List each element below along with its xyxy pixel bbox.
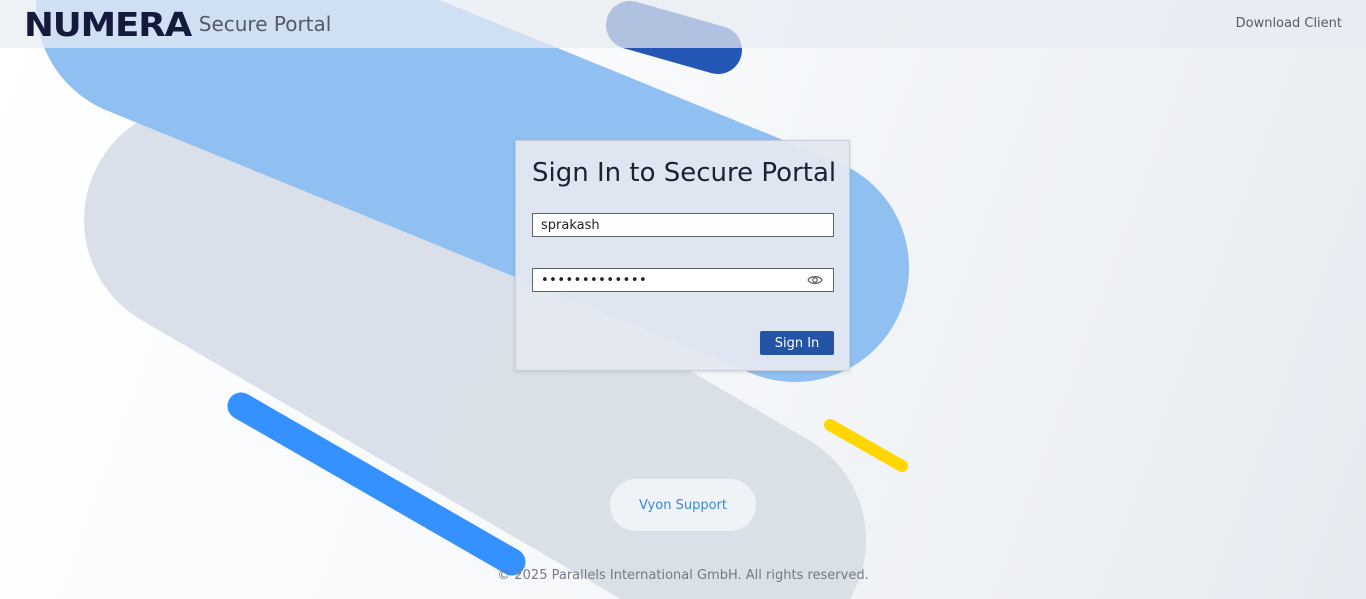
username-input[interactable] [533, 214, 833, 236]
password-input[interactable] [533, 269, 833, 291]
download-client-link[interactable]: Download Client [1236, 16, 1342, 31]
show-password-eye-icon[interactable] [807, 273, 823, 287]
brand-logo: NUMERA [24, 0, 192, 48]
support-label: Vyon Support [639, 497, 727, 513]
footer-copyright: © 2025 Parallels International GmbH. All… [497, 568, 869, 583]
username-field-wrapper [532, 213, 834, 237]
bg-yellow-stripe [824, 419, 908, 472]
login-page: NUMERA Secure Portal Download Client Sig… [0, 0, 1366, 599]
login-card: Sign In to Secure Portal Sign In [515, 140, 850, 371]
card-title: Sign In to Secure Portal [532, 158, 837, 188]
top-header: NUMERA Secure Portal Download Client [0, 0, 1366, 48]
support-button[interactable]: Vyon Support [610, 479, 756, 531]
password-field-wrapper [532, 268, 834, 292]
logo-text: NUMERA [24, 4, 192, 44]
sign-in-button[interactable]: Sign In [760, 331, 834, 355]
portal-name: Secure Portal [198, 12, 332, 36]
